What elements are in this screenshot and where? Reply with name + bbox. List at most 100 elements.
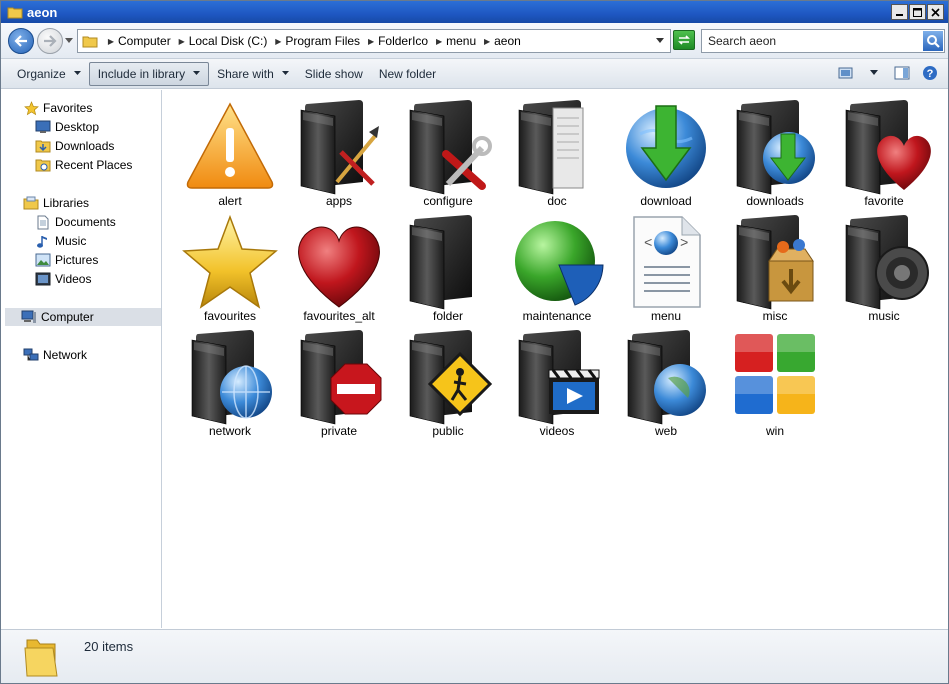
include-in-library-label: Include in library xyxy=(97,66,186,81)
view-icon xyxy=(838,67,853,79)
slide-show-button[interactable]: Slide show xyxy=(297,62,371,86)
preview-pane-icon xyxy=(894,66,910,80)
nav-label: Downloads xyxy=(55,139,115,153)
nav-desktop[interactable]: Desktop xyxy=(35,118,99,136)
breadcrumb-item[interactable]: Computer xyxy=(118,34,175,48)
file-label: doc xyxy=(547,194,567,208)
minimize-button[interactable] xyxy=(891,4,908,20)
file-label: maintenance xyxy=(522,309,592,323)
pie-chart-icon xyxy=(515,221,604,306)
include-in-library-button[interactable]: Include in library xyxy=(88,61,210,86)
file-item[interactable]: win xyxy=(723,326,827,439)
file-item[interactable]: alert xyxy=(178,96,282,209)
maximize-button[interactable] xyxy=(909,4,926,20)
view-options-dropdown[interactable] xyxy=(864,62,884,84)
breadcrumb-item[interactable]: menu xyxy=(446,34,480,48)
breadcrumb-item[interactable]: FolderIco xyxy=(378,34,432,48)
nav-network[interactable]: Network xyxy=(23,346,87,364)
star-icon xyxy=(182,214,278,309)
file-item[interactable]: downloads xyxy=(723,96,827,209)
breadcrumb-separator[interactable]: ▶ xyxy=(271,37,285,46)
downloads-folder-icon xyxy=(736,100,815,195)
file-item[interactable]: folder xyxy=(396,211,500,324)
file-label: win xyxy=(765,424,784,438)
address-dropdown[interactable] xyxy=(656,38,664,44)
file-label: music xyxy=(868,309,900,323)
preview-pane-button[interactable] xyxy=(892,62,912,84)
forward-button[interactable] xyxy=(37,28,63,54)
file-item[interactable]: apps xyxy=(287,96,391,209)
nav-downloads[interactable]: Downloads xyxy=(35,137,114,155)
breadcrumb-item[interactable]: aeon xyxy=(494,34,525,48)
alert-icon xyxy=(186,102,274,189)
computer-icon xyxy=(21,310,36,323)
help-button[interactable]: ? xyxy=(920,62,940,84)
file-item[interactable]: favorite xyxy=(832,96,936,209)
file-item[interactable]: misc xyxy=(723,211,827,324)
nav-documents[interactable]: Documents xyxy=(35,213,116,231)
share-with-button[interactable]: Share with xyxy=(209,62,297,86)
nav-pictures[interactable]: Pictures xyxy=(35,251,98,269)
breadcrumb-separator[interactable]: ▶ xyxy=(432,37,446,46)
file-item[interactable]: network xyxy=(178,326,282,439)
close-button[interactable] xyxy=(927,4,944,20)
download-globe-icon xyxy=(626,105,706,188)
organize-button[interactable]: Organize xyxy=(9,62,89,86)
file-item[interactable]: videos xyxy=(505,326,609,439)
help-icon: ? xyxy=(923,66,937,80)
back-button[interactable] xyxy=(8,28,34,54)
recent-pages-dropdown[interactable] xyxy=(65,38,73,44)
new-folder-button[interactable]: New folder xyxy=(371,62,444,86)
file-item[interactable]: configure xyxy=(396,96,500,209)
search-input[interactable]: Search aeon xyxy=(701,29,945,53)
file-label: favourites_alt xyxy=(303,309,375,323)
file-label: favorite xyxy=(864,194,904,208)
file-item[interactable]: favourites_alt xyxy=(287,211,391,324)
nav-libraries[interactable]: Libraries xyxy=(23,194,89,212)
file-item[interactable]: private xyxy=(287,326,391,439)
breadcrumb-separator[interactable]: ▶ xyxy=(104,37,118,46)
nav-recent-places[interactable]: Recent Places xyxy=(35,156,132,174)
svg-text:>: > xyxy=(680,236,688,252)
breadcrumb: ▶ Computer ▶ Local Disk (C:) ▶ Program F… xyxy=(78,30,525,52)
breadcrumb-item[interactable]: Program Files xyxy=(285,34,364,48)
breadcrumb-separator[interactable]: ▶ xyxy=(364,37,378,46)
chevron-down-icon xyxy=(193,71,201,75)
file-item[interactable]: public xyxy=(396,326,500,439)
star-icon xyxy=(23,100,39,115)
file-item[interactable]: maintenance xyxy=(505,211,609,324)
folder-icon xyxy=(409,215,472,310)
explorer-window: aeon ▶ Computer ▶ Local Disk (C:) ▶ Prog… xyxy=(0,0,949,684)
minimize-icon xyxy=(896,13,903,16)
search-button[interactable] xyxy=(923,31,943,51)
file-item[interactable]: < > menu xyxy=(614,211,718,324)
nav-label: Recent Places xyxy=(55,158,133,172)
breadcrumb-item[interactable]: Local Disk (C:) xyxy=(189,34,272,48)
file-item[interactable]: download xyxy=(614,96,718,209)
file-item[interactable]: favourites xyxy=(178,211,282,324)
nav-videos[interactable]: Videos xyxy=(35,270,91,288)
nav-favorites[interactable]: Favorites xyxy=(23,99,92,117)
file-label: downloads xyxy=(746,194,804,208)
nav-music[interactable]: Music xyxy=(35,232,86,250)
nav-label: Music xyxy=(55,234,87,248)
search-icon xyxy=(927,35,940,48)
file-item[interactable]: web xyxy=(614,326,718,439)
address-bar[interactable]: ▶ Computer ▶ Local Disk (C:) ▶ Program F… xyxy=(77,29,671,53)
breadcrumb-separator[interactable]: ▶ xyxy=(480,37,494,46)
breadcrumb-separator[interactable]: ▶ xyxy=(175,37,189,46)
change-view-button[interactable] xyxy=(836,62,856,84)
close-icon xyxy=(931,7,940,17)
title-bar[interactable]: aeon xyxy=(1,1,948,23)
details-pane: 20 items xyxy=(1,629,948,683)
folder-icon xyxy=(24,639,58,677)
chevron-down-icon xyxy=(870,70,878,75)
refresh-icon xyxy=(678,35,690,45)
nav-computer[interactable]: Computer xyxy=(5,308,161,326)
svg-text:<: < xyxy=(644,236,652,252)
file-label: misc xyxy=(762,309,788,323)
file-item[interactable]: doc xyxy=(505,96,609,209)
file-item[interactable]: music xyxy=(832,211,936,324)
refresh-button[interactable] xyxy=(673,30,695,50)
misc-folder-icon xyxy=(736,215,814,310)
